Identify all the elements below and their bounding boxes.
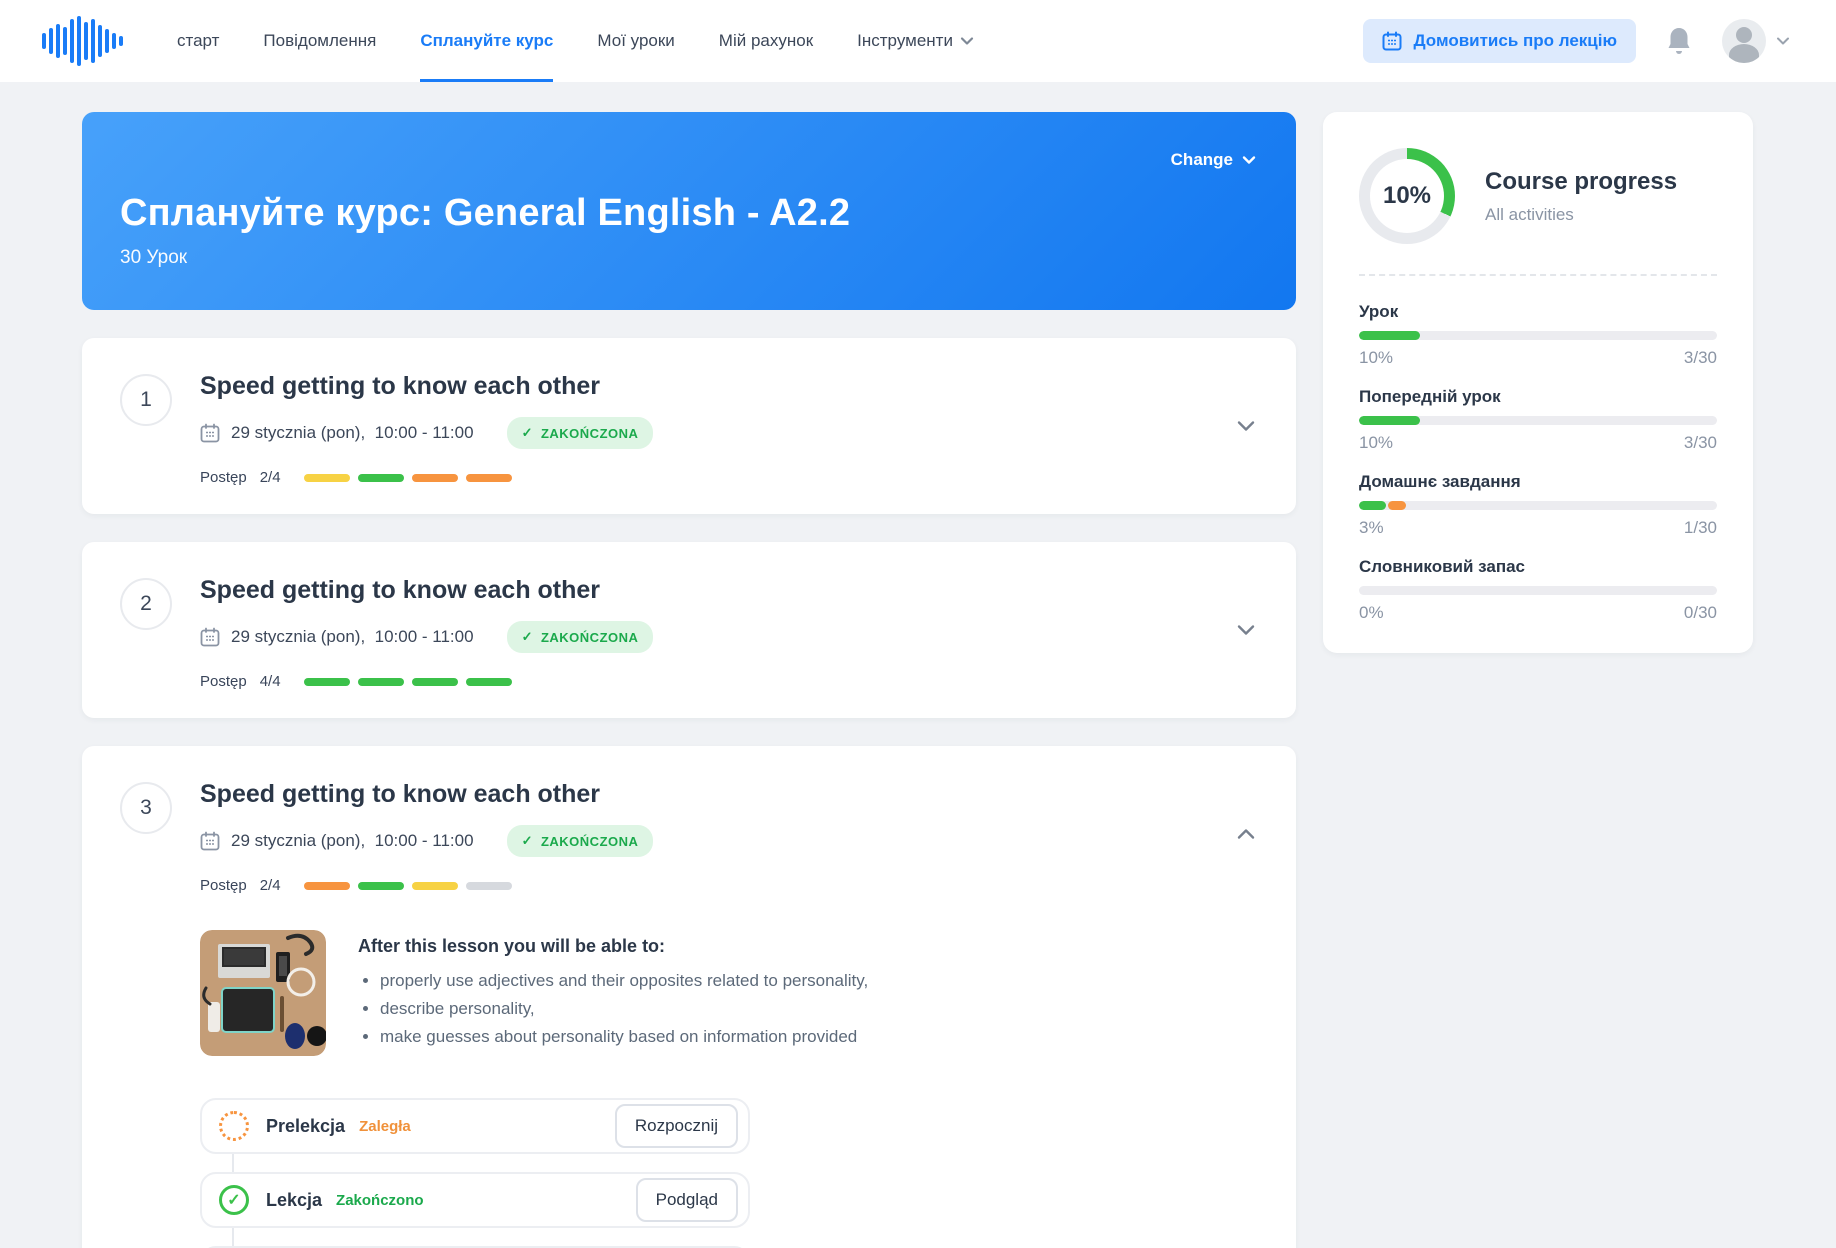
activity-row-lekcja: ✓ Lekcja Zakończono Podgląd <box>200 1172 750 1228</box>
expand-chevron-down-icon[interactable] <box>1236 620 1256 640</box>
progress-value: 4/4 <box>260 673 281 690</box>
check-icon: ✓ <box>522 425 533 441</box>
status-badge: ✓ ZAKOŃCZONA <box>507 417 654 449</box>
lesson-title: Speed getting to know each other <box>200 780 1256 809</box>
progress-row-lessons: Урок 10% 3/30 <box>1359 302 1717 368</box>
chevron-down-icon <box>1776 34 1790 48</box>
top-navigation-bar: старт Повідомлення Сплануйте курс Мої ур… <box>0 0 1836 82</box>
lesson-datetime: 29 stycznia (pon), 10:00 - 11:00 <box>231 423 474 443</box>
start-button[interactable]: Rozpocznij <box>615 1104 738 1148</box>
nav-item-plan-course[interactable]: Сплануйте курс <box>420 0 553 82</box>
progress-row-previous-lesson: Попередній урок 10% 3/30 <box>1359 387 1717 453</box>
row-percent: 3% <box>1359 518 1384 538</box>
preview-button[interactable]: Podgląd <box>636 1178 738 1222</box>
lesson-datetime: 29 stycznia (pon), 10:00 - 11:00 <box>231 627 474 647</box>
calendar-icon <box>1382 31 1402 51</box>
book-lesson-button[interactable]: Домовитись про лекцію <box>1363 19 1636 63</box>
avatar <box>1722 19 1766 63</box>
progress-panel-subtitle: All activities <box>1485 205 1677 225</box>
outcome-item: describe personality, <box>380 999 868 1019</box>
nav-item-tools-label: Інструменти <box>857 31 953 51</box>
row-count: 1/30 <box>1684 518 1717 538</box>
course-progress-panel: 10% Course progress All activities Урок … <box>1323 112 1753 653</box>
activity-name: Lekcja <box>266 1190 322 1211</box>
lesson-card-1: 1 Speed getting to know each other 29 st… <box>82 338 1296 514</box>
activity-name: Prelekcja <box>266 1116 345 1137</box>
progress-value: 2/4 <box>260 469 281 486</box>
lesson-outcomes-list: properly use adjectives and their opposi… <box>380 971 868 1047</box>
nav-item-messages[interactable]: Повідомлення <box>263 0 376 82</box>
calendar-icon <box>200 831 220 851</box>
progress-bar <box>1359 416 1717 425</box>
nav-item-start[interactable]: старт <box>177 0 219 82</box>
lesson-number: 3 <box>120 782 172 834</box>
outcome-item: make guesses about personality based on … <box>380 1027 868 1047</box>
progress-bar <box>1359 501 1717 510</box>
progress-label: Postęp <box>200 877 247 894</box>
change-course-button[interactable]: Change <box>1171 150 1256 170</box>
lesson-card-3: 3 Speed getting to know each other 29 st… <box>82 746 1296 1248</box>
progress-ring-percent: 10% <box>1370 159 1444 233</box>
check-icon: ✓ <box>522 833 533 849</box>
activity-status: Zaległa <box>359 1118 411 1135</box>
calendar-icon <box>200 423 220 443</box>
lesson-title: Speed getting to know each other <box>200 372 1256 401</box>
row-percent: 10% <box>1359 433 1393 453</box>
chevron-down-icon <box>1242 153 1256 167</box>
row-count: 3/30 <box>1684 433 1717 453</box>
lesson-count: 30 Урок <box>120 247 1256 269</box>
expand-chevron-down-icon[interactable] <box>1236 416 1256 436</box>
progress-bar <box>1359 586 1717 595</box>
lesson-datetime: 29 stycznia (pon), 10:00 - 11:00 <box>231 831 474 851</box>
notifications-bell-icon[interactable] <box>1666 26 1692 56</box>
progress-pills <box>304 882 512 890</box>
lesson-number: 1 <box>120 374 172 426</box>
activity-row-prelekcja: Prelekcja Zaległa Rozpocznij <box>200 1098 750 1154</box>
lesson-thumbnail-image <box>200 930 326 1056</box>
progress-ring: 10% <box>1359 148 1455 244</box>
status-badge: ✓ ZAKOŃCZONA <box>507 825 654 857</box>
chevron-down-icon <box>960 34 974 48</box>
change-label: Change <box>1171 150 1233 170</box>
nav-item-my-account[interactable]: Мій рахунок <box>719 0 813 82</box>
lesson-card-2: 2 Speed getting to know each other 29 st… <box>82 542 1296 718</box>
activity-status: Zakończono <box>336 1192 424 1209</box>
progress-pills <box>304 678 512 686</box>
lesson-details: After this lesson you will be able to: p… <box>200 930 1256 1056</box>
calendar-icon <box>200 627 220 647</box>
row-count: 0/30 <box>1684 603 1717 623</box>
collapse-chevron-up-icon[interactable] <box>1236 824 1256 844</box>
status-badge: ✓ ZAKOŃCZONA <box>507 621 654 653</box>
brand-logo-soundwave-icon[interactable] <box>42 11 123 71</box>
row-percent: 10% <box>1359 348 1393 368</box>
progress-row-homework: Домашнє завдання 3% 1/30 <box>1359 472 1717 538</box>
book-lesson-label: Домовитись про лекцію <box>1413 31 1617 51</box>
progress-label: Postęp <box>200 469 247 486</box>
lesson-outcomes-heading: After this lesson you will be able to: <box>358 936 868 957</box>
row-percent: 0% <box>1359 603 1384 623</box>
lesson-title: Speed getting to know each other <box>200 576 1256 605</box>
nav-item-tools[interactable]: Інструменти <box>857 0 974 82</box>
nav-item-my-lessons[interactable]: Мої уроки <box>597 0 674 82</box>
completed-check-circle-icon: ✓ <box>219 1185 249 1215</box>
pending-dotted-circle-icon <box>219 1111 249 1141</box>
progress-panel-title: Course progress <box>1485 168 1677 196</box>
row-count: 3/30 <box>1684 348 1717 368</box>
progress-row-vocabulary: Словниковий запас 0% 0/30 <box>1359 557 1717 623</box>
progress-value: 2/4 <box>260 877 281 894</box>
course-banner: Change Сплануйте курс: General English -… <box>82 112 1296 310</box>
lesson-activities: Prelekcja Zaległa Rozpocznij ✓ Lekcja Za… <box>200 1098 750 1248</box>
progress-pills <box>304 474 512 482</box>
page-title: Сплануйте курс: General English - A2.2 <box>120 192 1256 235</box>
lesson-number: 2 <box>120 578 172 630</box>
check-icon: ✓ <box>522 629 533 645</box>
user-menu[interactable] <box>1722 19 1790 63</box>
main-nav: старт Повідомлення Сплануйте курс Мої ур… <box>177 0 974 82</box>
outcome-item: properly use adjectives and their opposi… <box>380 971 868 991</box>
progress-bar <box>1359 331 1717 340</box>
topbar-actions: Домовитись про лекцію <box>1363 19 1790 63</box>
progress-label: Postęp <box>200 673 247 690</box>
